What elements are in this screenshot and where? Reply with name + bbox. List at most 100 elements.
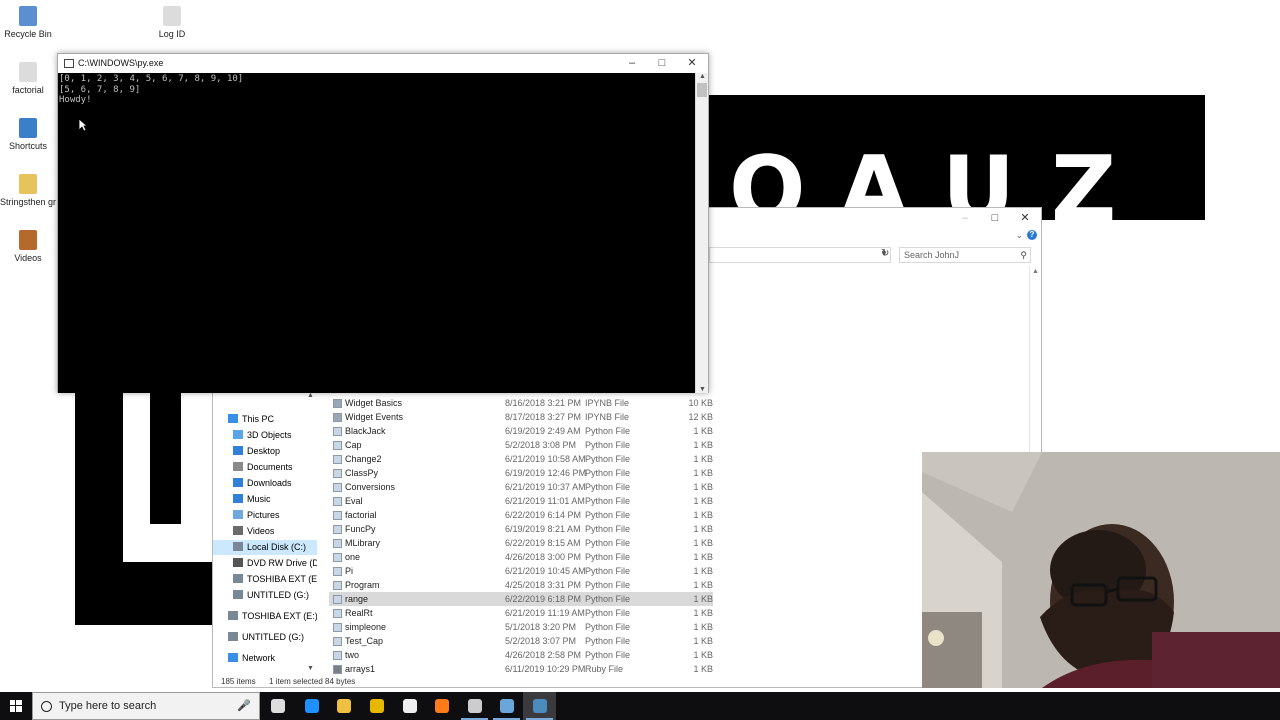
taskbar-app[interactable] [360,692,393,720]
taskbar-app[interactable] [327,692,360,720]
microphone-icon[interactable]: 🎤 [237,699,251,712]
desktop-icon[interactable]: Log ID [144,6,200,40]
desktop-icon[interactable]: Shortcuts [0,118,56,152]
nav-item[interactable]: Pictures [213,508,317,523]
start-button[interactable] [0,692,32,720]
console-output[interactable]: [0, 1, 2, 3, 4, 5, 6, 7, 8, 9, 10] [5, 6… [58,73,696,393]
nav-item[interactable]: TOSHIBA EXT (E: [213,572,317,587]
navigation-pane: This PC 3D Objects Desktop Documents Downloa… [213,392,317,675]
nav-item[interactable]: Videos [213,524,317,539]
music-icon [233,494,243,503]
scroll-up-icon[interactable]: ▲ [307,392,314,399]
nav-item[interactable]: DVD RW Drive (D [213,556,317,571]
file-row[interactable]: Change2 6/21/2019 10:58 AM Python File 1 KB [329,452,713,466]
nav-scrollbar[interactable]: ▲ ▼ [305,392,317,672]
desktop-icon[interactable]: Videos [0,230,56,264]
file-row[interactable]: Widget Basics 8/16/2018 3:21 PM IPYNB File… [329,396,713,410]
nav-item[interactable]: Desktop [213,444,317,459]
python-file-icon [333,609,342,618]
nav-item[interactable]: Local Disk (C:) [213,540,317,555]
nav-item[interactable]: 3D Objects [213,428,317,443]
file-row[interactable]: Pi 6/21/2019 10:45 AM Python File 1 KB [329,564,713,578]
nav-item[interactable]: TOSHIBA EXT (E:) [213,609,317,624]
refresh-icon[interactable]: ↻ [881,248,889,259]
nav-item[interactable]: UNTITLED (G:) [213,630,317,645]
python-file-icon [333,469,342,478]
file-row[interactable]: MLibrary 6/22/2019 8:15 AM Python File 1 KB [329,536,713,550]
minimize-button[interactable]: – [951,210,979,226]
console-scrollbar[interactable]: ▲ ▼ [695,73,708,393]
taskbar-app[interactable] [523,692,556,720]
file-name: BlackJack [345,426,386,436]
file-name: MLibrary [345,538,381,548]
maximize-button[interactable]: □ [981,210,1009,226]
nav-item[interactable]: UNTITLED (G:) [213,588,317,603]
content-scrollbar[interactable]: ▲ [1029,266,1041,452]
file-row[interactable]: Program 4/25/2018 3:31 PM Python File 1 KB [329,578,713,592]
file-type: Python File [585,538,631,548]
file-name: one [345,552,361,562]
minimize-button[interactable]: – [618,55,646,71]
file-row[interactable]: Cap 5/2/2018 3:08 PM Python File 1 KB [329,438,713,452]
file-row[interactable]: Test_Cap 5/2/2018 3:07 PM Python File 1 KB [329,634,713,648]
file-explorer-icon [337,699,351,713]
taskbar-app[interactable] [490,692,523,720]
file-name: Test_Cap [345,636,384,646]
firefox-icon [435,699,449,713]
taskbar-search-box[interactable]: Type here to search 🎤 [32,692,260,720]
maximize-button[interactable]: □ [648,55,676,71]
python-file-icon [333,483,342,492]
taskbar-app[interactable] [425,692,458,720]
file-row[interactable]: RealRt 6/21/2019 11:19 AM Python File 1 KB [329,606,713,620]
scroll-up-icon[interactable]: ▲ [699,73,706,80]
file-row[interactable]: FuncPy 6/19/2019 8:21 AM Python File 1 KB [329,522,713,536]
file-date: 4/25/2018 3:31 PM [505,580,582,590]
desktop-icon[interactable]: factorial [0,62,56,96]
file-row[interactable]: range 6/22/2019 6:18 PM Python File 1 KB [329,592,713,606]
desktop-icon[interactable]: Stringsthen gr [0,174,56,208]
taskbar-app[interactable] [393,692,426,720]
file-row[interactable]: two 4/26/2018 2:58 PM Python File 1 KB [329,648,713,662]
taskbar-app[interactable] [458,692,491,720]
file-type: IPYNB File [585,398,630,408]
file-size: 1 KB [693,482,713,492]
python-file-icon [333,413,342,422]
nav-item[interactable]: This PC [213,412,317,427]
expand-ribbon-icon[interactable]: ⌄ [1015,230,1023,241]
taskbar: Type here to search 🎤 [0,692,1280,720]
file-date: 4/26/2018 3:00 PM [505,552,582,562]
scroll-up-icon[interactable]: ▲ [1032,268,1039,275]
console-titlebar[interactable]: C:\WINDOWS\py.exe – □ ✕ [58,54,708,73]
file-date: 6/19/2019 8:21 AM [505,524,581,534]
file-name: Cap [345,440,362,450]
nav-item[interactable]: Music [213,492,317,507]
scroll-down-icon[interactable]: ▼ [307,665,314,672]
file-row[interactable]: simpleone 5/1/2018 3:20 PM Python File 1 KB [329,620,713,634]
scroll-down-icon[interactable]: ▼ [699,386,706,393]
taskbar-app[interactable] [261,692,294,720]
file-row[interactable]: factorial 6/22/2019 6:14 PM Python File 1 K… [329,508,713,522]
file-name: simpleone [345,622,387,632]
file-row[interactable]: ClassPy 6/19/2019 12:46 PM Python File 1 KB [329,466,713,480]
file-row[interactable]: BlackJack 6/19/2019 2:49 AM Python File 1 K… [329,424,713,438]
search-input[interactable]: Search JohnJ ⚲ [899,247,1031,263]
file-date: 5/2/2018 3:07 PM [505,636,577,646]
desktop-icon[interactable]: Recycle Bin [0,6,56,40]
file-row[interactable]: one 4/26/2018 3:00 PM Python File 1 KB [329,550,713,564]
nav-item[interactable]: Network [213,651,317,666]
file-row[interactable]: arrays1 6/11/2019 10:29 PM Ruby File 1 KB [329,662,713,676]
help-icon[interactable]: ? [1027,230,1037,240]
taskbar-app[interactable] [295,692,328,720]
close-button[interactable]: ✕ [678,55,706,71]
address-bar[interactable]: ▼ [709,247,891,263]
file-row[interactable]: Eval 6/21/2019 11:01 AM Python File 1 KB [329,494,713,508]
scroll-thumb[interactable] [697,83,707,97]
close-button[interactable]: ✕ [1011,210,1039,226]
python-file-icon [333,427,342,436]
python-file-icon [333,455,342,464]
file-row[interactable]: Widget Events 8/17/2018 3:27 PM IPYNB File… [329,410,713,424]
file-date: 6/19/2019 12:46 PM [505,468,587,478]
nav-item[interactable]: Documents [213,460,317,475]
file-row[interactable]: Conversions 6/21/2019 10:37 AM Python File… [329,480,713,494]
nav-item[interactable]: Downloads [213,476,317,491]
